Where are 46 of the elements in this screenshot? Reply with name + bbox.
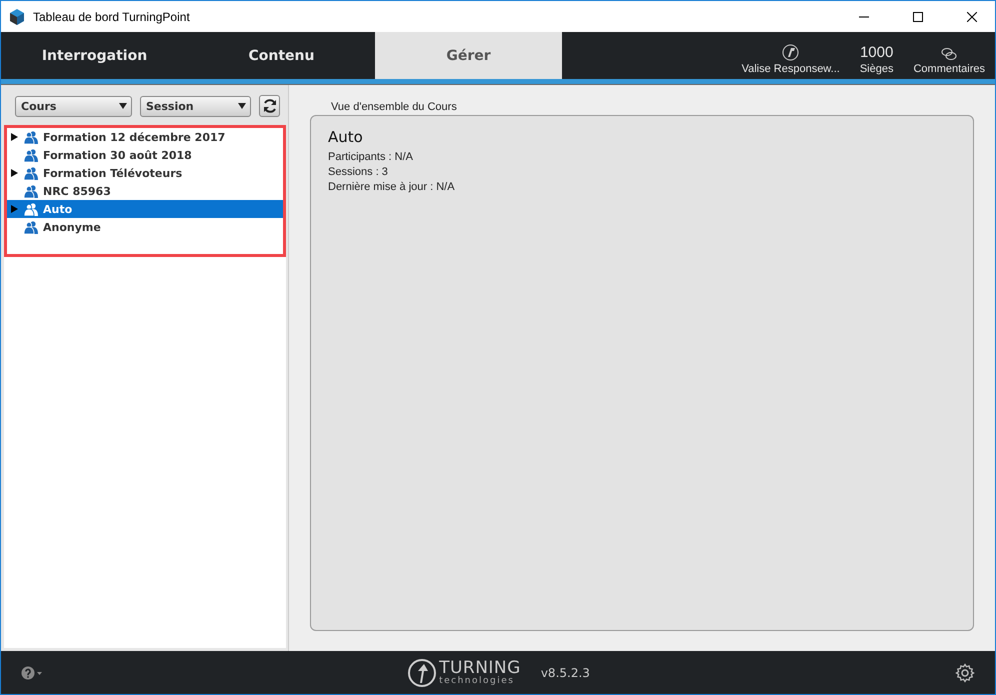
expand-arrow-icon[interactable] <box>11 169 18 177</box>
cube-icon <box>9 8 25 24</box>
expand-arrow-icon[interactable] <box>11 133 18 141</box>
tree-item[interactable]: Formation 12 décembre 2017 <box>7 128 283 146</box>
logo-icon <box>408 658 436 686</box>
people-icon <box>24 220 38 234</box>
settings-button[interactable] <box>955 662 975 682</box>
help-button[interactable] <box>21 666 43 680</box>
tree-item[interactable]: Formation 30 août 2018 <box>7 146 283 164</box>
caret-icon <box>119 103 127 109</box>
people-icon <box>24 148 38 162</box>
overview-caption: Vue d'ensemble du Cours <box>331 101 458 113</box>
tree-item[interactable]: Formation Télévoteurs <box>7 164 283 182</box>
refresh-icon <box>262 98 278 114</box>
logo-subtext: technologies <box>439 676 516 686</box>
maximize-icon <box>913 12 923 22</box>
help-icon <box>21 666 43 680</box>
people-icon <box>24 166 38 180</box>
detail-text: Dernière mise à jour : N/A <box>328 181 456 193</box>
detail-text: Sessions : 3 <box>328 166 389 178</box>
tree-item[interactable]: Anonyme <box>7 218 283 236</box>
tree-item[interactable]: NRC 85963 <box>7 182 283 200</box>
chat-icon <box>941 47 958 61</box>
version-text: v8.5.2.3 <box>540 666 590 680</box>
seat-count: 1000 <box>860 44 894 61</box>
nav-tab[interactable]: Gérer <box>375 32 562 79</box>
people-icon <box>24 184 38 198</box>
logo-text: TURNING <box>439 660 521 676</box>
status-item[interactable]: 1000 Sièges <box>850 32 904 79</box>
filter-dropdown[interactable]: Cours <box>15 96 132 116</box>
close-icon <box>967 12 977 22</box>
settings-icon <box>955 662 975 682</box>
status-item[interactable]: Commentaires <box>903 32 995 79</box>
people-icon <box>24 130 38 144</box>
filter-dropdown[interactable]: Session <box>140 96 251 116</box>
window-title: Tableau de bord TurningPoint <box>33 10 191 24</box>
tree-item[interactable]: Auto <box>7 200 283 218</box>
nav-tab[interactable]: Contenu <box>188 32 375 79</box>
caret-icon <box>238 103 246 109</box>
status-item[interactable]: Valise Responsew... <box>732 32 850 79</box>
info-icon <box>782 44 800 61</box>
people-icon <box>24 202 38 216</box>
detail-text: Participants : N/A <box>328 151 414 163</box>
nav-tab[interactable]: Interrogation <box>1 32 188 79</box>
course-title: Auto <box>328 128 364 146</box>
refresh-button[interactable] <box>259 95 280 117</box>
